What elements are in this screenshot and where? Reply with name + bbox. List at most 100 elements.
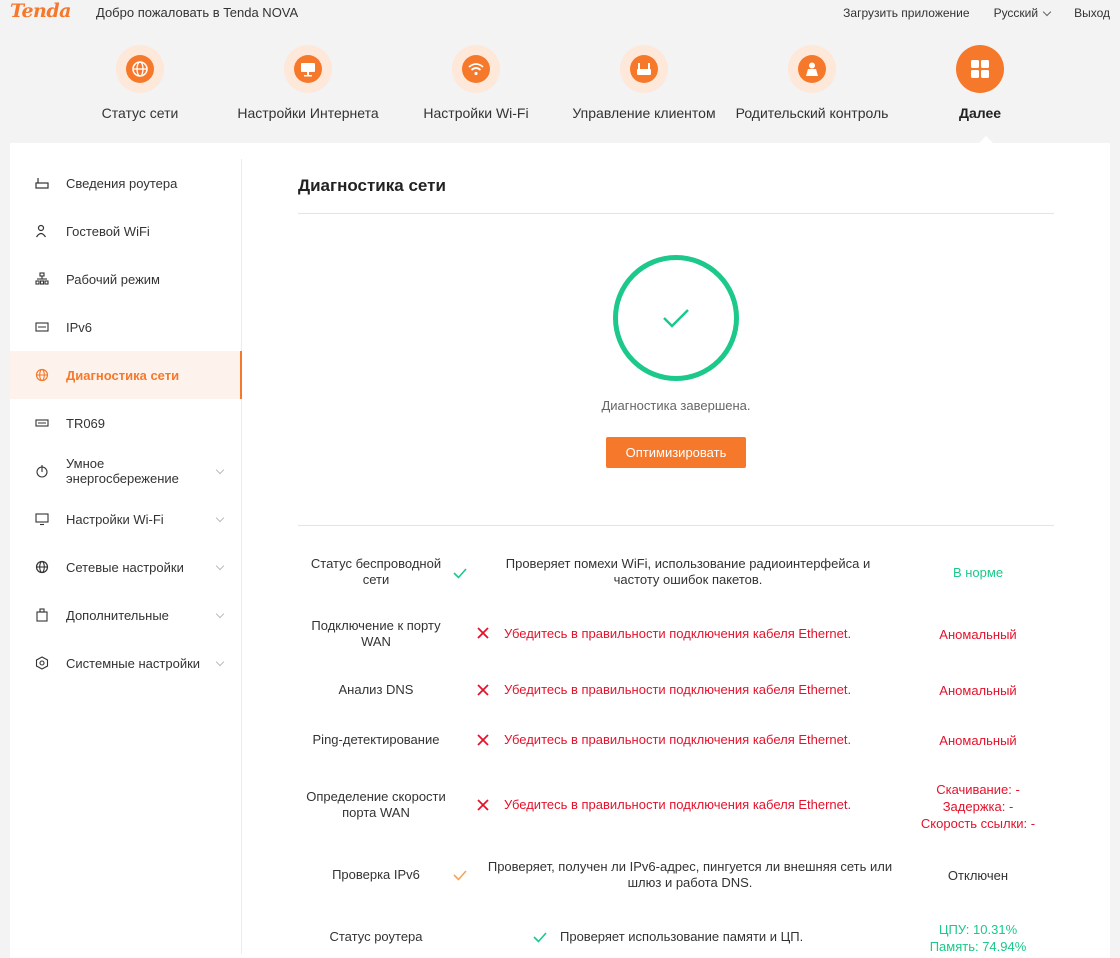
chevron-down-icon bbox=[215, 465, 225, 475]
wifi-settings-icon bbox=[34, 511, 50, 527]
diag-description: Убедитесь в правильности подключения каб… bbox=[504, 682, 852, 697]
language-label: Русский bbox=[993, 6, 1039, 20]
diag-description: Убедитесь в правильности подключения каб… bbox=[504, 732, 852, 747]
sidebar-item-label: IPv6 bbox=[66, 319, 93, 335]
sidebar-item-label: Рабочий режим bbox=[66, 271, 160, 287]
wifi-icon bbox=[462, 55, 490, 83]
network-icon bbox=[34, 559, 50, 575]
chevron-down-icon bbox=[215, 609, 225, 619]
sidebar-item-label: Сетевые настройки bbox=[66, 559, 184, 575]
sidebar-item-tr069[interactable]: TR069 bbox=[10, 399, 241, 447]
additional-icon bbox=[34, 607, 50, 623]
chevron-down-icon bbox=[1042, 7, 1052, 16]
sidebar-item-label: Диагностика сети bbox=[66, 367, 180, 383]
sidebar-item-guest-wifi[interactable]: Гостевой WiFi bbox=[10, 207, 241, 255]
diag-description: Проверяет помехи WiFi, использование рад… bbox=[505, 556, 871, 587]
sidebar-item-additional[interactable]: Дополнительные bbox=[10, 591, 241, 639]
nav-label: Управление клиентом bbox=[572, 105, 716, 121]
sidebar-item-label: Гостевой WiFi bbox=[66, 223, 150, 239]
globe-icon bbox=[34, 367, 50, 383]
nav-more[interactable]: Далее bbox=[867, 45, 1093, 121]
cross-icon bbox=[477, 627, 489, 639]
diag-status: Аномальный bbox=[939, 627, 1017, 642]
diag-status: ЦПУ: 10.31% Память: 74.94% bbox=[898, 921, 1058, 955]
memory-usage: Память: 74.94% bbox=[929, 939, 1027, 954]
top-bar: Tenda Добро пожаловать в Tenda NOVA Загр… bbox=[0, 0, 1120, 26]
sidebar-item-label: Умное энергосбережение bbox=[66, 456, 179, 486]
diag-status: Скачивание: - Задержка: - Скорость ссылк… bbox=[898, 781, 1058, 832]
sidebar-item-label: Сведения роутера bbox=[66, 175, 178, 191]
checkmark-icon bbox=[663, 309, 689, 328]
sidebar-item-ipv6[interactable]: IPv6 bbox=[10, 303, 241, 351]
nav-label: Статус сети bbox=[101, 105, 179, 121]
logout-link[interactable]: Выход bbox=[1074, 6, 1110, 20]
tr069-icon bbox=[34, 415, 50, 431]
latency: Задержка: - bbox=[942, 799, 1014, 814]
divider bbox=[298, 525, 1054, 526]
diag-status: В норме bbox=[952, 565, 1004, 580]
monitor-icon bbox=[294, 55, 322, 83]
router-info-icon bbox=[34, 175, 50, 191]
nav-internet-settings[interactable]: Настройки Интернета bbox=[195, 45, 421, 121]
check-icon bbox=[453, 568, 467, 579]
sidebar-item-network-diagnostics[interactable]: Диагностика сети bbox=[10, 351, 242, 399]
work-mode-icon bbox=[34, 271, 50, 287]
sidebar-item-label: Настройки Wi-Fi bbox=[66, 511, 164, 527]
tenda-logo[interactable]: Tenda bbox=[10, 0, 71, 22]
check-icon bbox=[533, 932, 547, 943]
nav-label: Родительский контроль bbox=[735, 105, 889, 121]
system-icon bbox=[34, 655, 50, 671]
top-right-menu: Загрузить приложение Русский Выход bbox=[843, 6, 1110, 20]
optimize-button[interactable]: Оптимизировать bbox=[606, 437, 746, 468]
sidebar-item-label: TR069 bbox=[66, 415, 106, 431]
page-title: Диагностика сети bbox=[298, 176, 446, 195]
diag-name: Проверка IPv6 bbox=[332, 867, 420, 882]
parent-icon bbox=[798, 55, 826, 83]
nav-client-management[interactable]: Управление клиентом bbox=[531, 45, 757, 121]
main-nav: Статус сети Настройки Интернета Настройк… bbox=[85, 45, 1093, 121]
sidebar-item-label: Дополнительные bbox=[66, 607, 169, 623]
diag-name: Статус беспроводной сети bbox=[310, 556, 442, 587]
diag-description: Убедитесь в правильности подключения каб… bbox=[504, 797, 852, 812]
diag-name: Анализ DNS bbox=[338, 682, 414, 697]
chevron-down-icon bbox=[215, 657, 225, 667]
nav-parental-control[interactable]: Родительский контроль bbox=[736, 45, 888, 121]
cross-icon bbox=[477, 684, 489, 696]
diag-name: Статус роутера bbox=[329, 929, 423, 944]
divider bbox=[298, 213, 1054, 214]
sidebar-item-router-info[interactable]: Сведения роутера bbox=[10, 159, 241, 207]
grid-icon bbox=[956, 45, 1004, 93]
cross-icon bbox=[477, 734, 489, 746]
sidebar-item-system-settings[interactable]: Системные настройки bbox=[10, 639, 241, 687]
diag-status: Отключен bbox=[947, 868, 1009, 883]
nav-network-status[interactable]: Статус сети bbox=[85, 45, 195, 121]
diag-status: Аномальный bbox=[939, 733, 1017, 748]
sidebar-item-energy-saving[interactable]: Умное энергосбережение bbox=[10, 447, 241, 495]
sidebar: Сведения роутера Гостевой WiFi Рабочий р… bbox=[10, 159, 242, 954]
cross-icon bbox=[477, 799, 489, 811]
ipv6-icon bbox=[34, 319, 50, 335]
diag-description: Проверяет использование памяти и ЦП. bbox=[560, 929, 804, 944]
diag-name: Подключение к порту WAN bbox=[311, 618, 441, 649]
main-panel: Сведения роутера Гостевой WiFi Рабочий р… bbox=[10, 143, 1110, 958]
nav-label: Настройки Wi-Fi bbox=[423, 105, 529, 121]
nav-wifi-settings[interactable]: Настройки Wi-Fi bbox=[421, 45, 531, 121]
chevron-down-icon bbox=[215, 513, 225, 523]
download-app-link[interactable]: Загрузить приложение bbox=[843, 6, 969, 20]
sidebar-item-label: Системные настройки bbox=[66, 655, 201, 671]
cpu-usage: ЦПУ: 10.31% bbox=[938, 922, 1018, 937]
download-speed: Скачивание: - bbox=[936, 782, 1020, 797]
globe-icon bbox=[126, 55, 154, 83]
sidebar-item-work-mode[interactable]: Рабочий режим bbox=[10, 255, 241, 303]
language-select[interactable]: Русский bbox=[993, 6, 1052, 20]
nav-label: Настройки Интернета bbox=[237, 105, 379, 121]
check-icon bbox=[453, 870, 467, 881]
energy-icon bbox=[34, 463, 50, 479]
sidebar-item-wifi-settings[interactable]: Настройки Wi-Fi bbox=[10, 495, 241, 543]
nav-label: Далее bbox=[958, 105, 1002, 121]
nav-active-pointer bbox=[979, 136, 993, 143]
diagnostics-complete-text: Диагностика завершена. bbox=[601, 398, 751, 413]
guest-wifi-icon bbox=[34, 223, 50, 239]
sidebar-item-network-settings[interactable]: Сетевые настройки bbox=[10, 543, 241, 591]
diag-description: Проверяет, получен ли IPv6-адрес, пингуе… bbox=[487, 859, 893, 890]
